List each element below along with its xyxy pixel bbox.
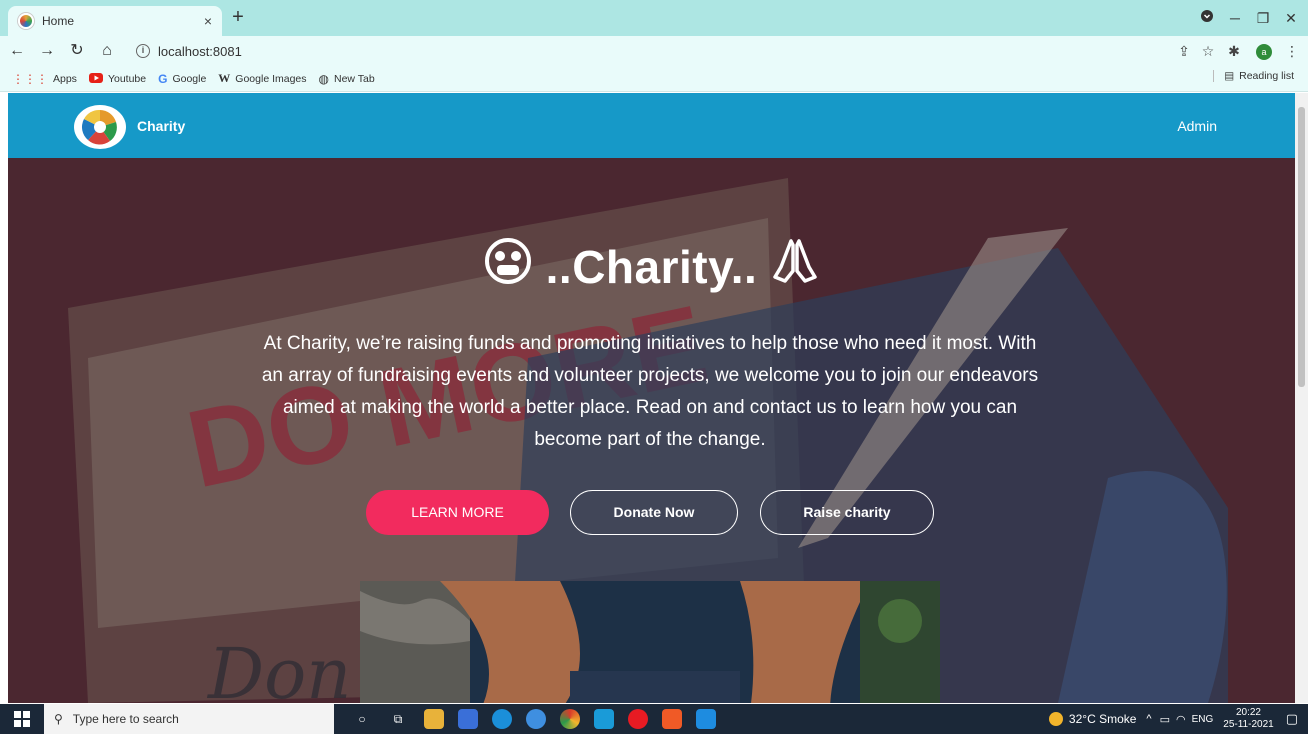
web-page: Charity Admin DO MORE Don ..Charity.. At… <box>8 93 1295 703</box>
opera-icon[interactable] <box>628 709 648 729</box>
reload-icon[interactable]: ↻ <box>64 38 90 64</box>
youtube-icon <box>88 72 103 86</box>
hero-section: DO MORE Don ..Charity.. At Charity, we’r… <box>8 158 1295 703</box>
crying-face-icon <box>484 237 532 296</box>
favicon-icon <box>18 13 34 29</box>
praying-hands-icon <box>771 237 819 296</box>
back-icon[interactable]: ← <box>4 38 30 64</box>
hero-description: At Charity, we’re raising funds and prom… <box>261 333 1039 450</box>
tab-title: Home <box>42 14 75 28</box>
screen: Home × + ─ ❐ ✕ ← → ↻ ⌂ i localhost:8081 … <box>0 0 1308 734</box>
brand-name[interactable]: Charity <box>137 118 185 134</box>
site-info-icon[interactable]: i <box>136 44 150 58</box>
page-scrollbar[interactable] <box>1295 93 1308 703</box>
bookmarks-bar: ⋮⋮⋮ Apps Youtube G Google W Google Image… <box>0 66 1308 92</box>
cortana-icon[interactable]: ○ <box>352 709 372 729</box>
address-bar[interactable]: i localhost:8081 <box>126 39 1224 63</box>
forward-icon[interactable]: → <box>34 38 60 64</box>
bookmark-google-images[interactable]: W Google Images <box>218 71 306 86</box>
store-icon[interactable] <box>458 709 478 729</box>
notification-icon[interactable]: ▢ <box>1286 711 1298 727</box>
reading-list-label: Reading list <box>1239 70 1294 82</box>
close-window-icon[interactable]: ✕ <box>1276 6 1306 30</box>
brave-icon[interactable] <box>662 709 682 729</box>
new-tab-button[interactable]: + <box>228 7 248 28</box>
safari-icon[interactable] <box>526 709 546 729</box>
tray-chevron-icon[interactable]: ^ <box>1146 713 1151 725</box>
bookmark-label: Google <box>172 72 207 85</box>
site-navbar: Charity Admin <box>8 93 1295 158</box>
taskbar-search-input[interactable]: ⚲ Type here to search <box>44 704 334 734</box>
weather-icon <box>1048 712 1063 726</box>
search-placeholder: Type here to search <box>72 712 179 726</box>
bookmark-new-tab[interactable]: ◍ New Tab <box>319 72 375 86</box>
edge-icon[interactable] <box>492 709 512 729</box>
tab-search-icon[interactable] <box>1192 6 1222 30</box>
profile-avatar[interactable]: a <box>1256 44 1272 60</box>
bookmark-google[interactable]: G Google <box>158 72 206 86</box>
share-icon[interactable]: ⇪ <box>1172 39 1196 63</box>
hero-photo <box>360 581 940 703</box>
clock-time: 20:22 <box>1235 707 1261 718</box>
bookmark-youtube[interactable]: Youtube <box>88 72 147 86</box>
search-icon: ⚲ <box>54 712 63 726</box>
browser-toolbar: ← → ↻ ⌂ i localhost:8081 ⇪ ☆ ✱ a ⋮ <box>0 36 1308 66</box>
clock-date: 25-11-2021 <box>1223 719 1274 730</box>
learn-more-button[interactable]: LEARN MORE <box>366 490 549 535</box>
minimize-icon[interactable]: ─ <box>1220 6 1250 30</box>
raise-charity-button[interactable]: Raise charity <box>760 490 934 535</box>
scrollbar-thumb[interactable] <box>1298 107 1305 387</box>
url-text: localhost:8081 <box>158 43 242 59</box>
hero-title-text: ..Charity.. <box>545 240 758 293</box>
app-icon[interactable] <box>594 709 614 729</box>
browser-tab[interactable]: Home × <box>8 6 222 36</box>
task-view-icon[interactable]: ⧉ <box>388 709 408 729</box>
reading-list-button[interactable]: ▤ Reading list <box>1213 70 1294 82</box>
bookmark-star-icon[interactable]: ☆ <box>1196 39 1220 63</box>
charity-logo[interactable] <box>74 105 126 149</box>
browser-tab-strip: Home × + ─ ❐ ✕ <box>0 0 1308 36</box>
windows-taskbar: ⚲ Type here to search ○ ⧉ 32°C Smoke ^ ▭… <box>0 704 1308 734</box>
google-icon: G <box>158 71 168 86</box>
bookmark-label: Google Images <box>235 72 307 85</box>
wifi-icon[interactable]: ◠ <box>1176 713 1186 726</box>
bg-script-text: Don <box>206 633 351 703</box>
chrome-icon[interactable] <box>560 709 580 729</box>
file-explorer-icon[interactable] <box>424 709 444 729</box>
apps-grid-icon: ⋮⋮⋮ <box>12 71 48 86</box>
maximize-icon[interactable]: ❐ <box>1248 6 1278 30</box>
battery-icon[interactable]: ▭ <box>1160 713 1170 726</box>
bookmark-label: Apps <box>53 72 77 85</box>
menu-kebab-icon[interactable]: ⋮ <box>1280 39 1304 63</box>
tab-close-icon[interactable]: × <box>204 13 212 29</box>
language-indicator[interactable]: ENG <box>1192 714 1214 725</box>
clock[interactable]: 20:22 25-11-2021 <box>1223 707 1273 731</box>
bookmark-label: New Tab <box>334 72 375 85</box>
admin-link[interactable]: Admin <box>1177 118 1217 134</box>
globe-icon: ◍ <box>318 71 329 86</box>
extensions-icon[interactable]: ✱ <box>1222 39 1246 63</box>
wikipedia-icon: W <box>218 71 231 85</box>
bookmark-apps[interactable]: ⋮⋮⋮ Apps <box>12 72 77 86</box>
hero-title: ..Charity.. <box>8 236 1295 296</box>
bookmark-label: Youtube <box>107 72 147 85</box>
donate-now-button[interactable]: Donate Now <box>570 490 738 535</box>
system-tray: 32°C Smoke ^ ▭ ◠ ENG 20:22 25-11-2021 ▢ <box>1048 704 1308 734</box>
weather-text[interactable]: 32°C Smoke <box>1069 712 1137 726</box>
reading-list-icon: ▤ <box>1224 70 1235 82</box>
vscode-icon[interactable] <box>696 709 716 729</box>
home-icon[interactable]: ⌂ <box>94 38 120 64</box>
windows-start-icon[interactable] <box>0 704 44 734</box>
